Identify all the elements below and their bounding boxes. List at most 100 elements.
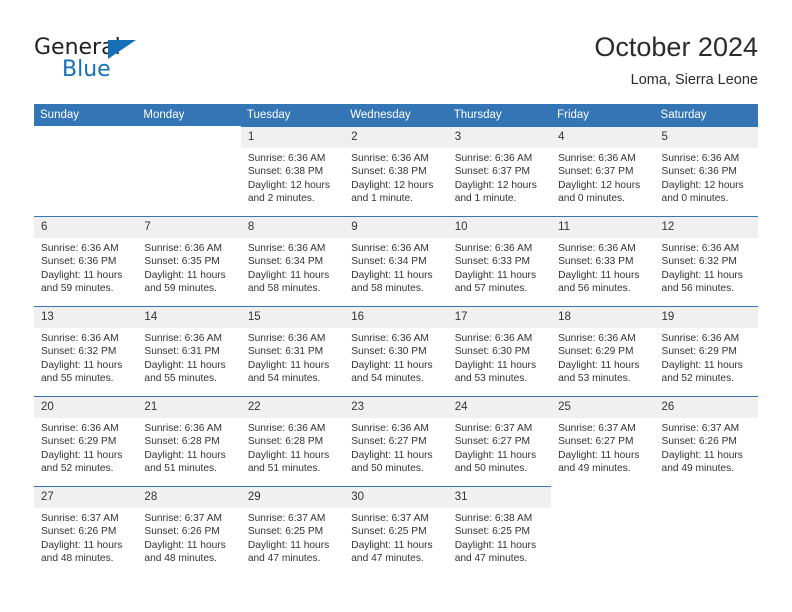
sunrise-text: Sunrise: 6:36 AM [247, 333, 326, 344]
day-number: 16 [344, 307, 448, 328]
day-cell-inner: 15 Sunrise: 6:36 AM Sunset: 6:31 PM Dayligh… [240, 306, 345, 396]
calendar-cell-day[interactable]: 2 Sunrise: 6:36 AM Sunset: 6:38 PM Daylight… [344, 126, 448, 216]
calendar-cell-day[interactable]: 6 Sunrise: 6:36 AM Sunset: 6:36 PM Daylight… [34, 216, 138, 306]
calendar-cell-day[interactable]: 25 Sunrise: 6:37 AM Sunset: 6:27 PM Dayligh… [551, 396, 655, 486]
sunrise-text: Sunrise: 6:37 AM [661, 423, 740, 434]
day-sun-info: Sunrise: 6:36 AM Sunset: 6:28 PM Daylight:… [137, 418, 240, 475]
sunrise-text: Sunrise: 6:36 AM [454, 333, 533, 344]
sunrise-text: Sunrise: 6:36 AM [454, 243, 533, 254]
calendar-page: General Blue October 2024 Loma, Sierra L… [0, 0, 792, 612]
day-cell-inner: 27 Sunrise: 6:37 AM Sunset: 6:26 PM Dayligh… [34, 486, 138, 576]
sunrise-text: Sunrise: 6:36 AM [454, 153, 533, 164]
calendar-cell-day[interactable]: 1 Sunrise: 6:36 AM Sunset: 6:38 PM Daylight… [240, 126, 345, 216]
calendar-cell-day[interactable]: 29 Sunrise: 6:37 AM Sunset: 6:25 PM Dayligh… [240, 486, 345, 576]
sunset-text: Sunset: 6:32 PM [41, 346, 117, 358]
day-cell-inner: 24 Sunrise: 6:37 AM Sunset: 6:27 PM Dayligh… [447, 396, 552, 486]
day-cell-inner [34, 126, 137, 216]
sunrise-text: Sunrise: 6:37 AM [247, 513, 326, 524]
general-blue-logo[interactable]: General Blue [34, 36, 244, 86]
day-number: 25 [551, 397, 655, 418]
sunset-text: Sunset: 6:36 PM [41, 256, 117, 268]
day-cell-inner: 14 Sunrise: 6:36 AM Sunset: 6:31 PM Dayligh… [137, 306, 241, 396]
sunrise-text: Sunrise: 6:36 AM [351, 243, 429, 254]
day-sun-info: Sunrise: 6:36 AM Sunset: 6:37 PM Daylight:… [448, 148, 551, 205]
day-number: 12 [654, 217, 758, 238]
day-number: 21 [137, 397, 241, 418]
sunrise-text: Sunrise: 6:37 AM [41, 513, 119, 524]
weekday-header-monday: Monday [137, 104, 241, 126]
day-cell-inner: 13 Sunrise: 6:36 AM Sunset: 6:32 PM Dayligh… [34, 306, 138, 396]
day-sun-info: Sunrise: 6:36 AM Sunset: 6:34 PM Daylight:… [344, 238, 447, 295]
day-number: 14 [137, 307, 241, 328]
day-number: 30 [344, 487, 448, 508]
daylight-text: Daylight: 11 hours and 59 minutes. [41, 269, 123, 294]
calendar-cell-day[interactable]: 16 Sunrise: 6:36 AM Sunset: 6:30 PM Dayligh… [344, 306, 448, 396]
day-cell-inner: 16 Sunrise: 6:36 AM Sunset: 6:30 PM Dayligh… [344, 306, 448, 396]
day-number [137, 126, 240, 147]
day-cell-inner: 7 Sunrise: 6:36 AM Sunset: 6:35 PM Daylight… [137, 216, 241, 306]
calendar-cell-day[interactable]: 22 Sunrise: 6:36 AM Sunset: 6:28 PM Dayligh… [240, 396, 345, 486]
daylight-text: Daylight: 11 hours and 53 minutes. [558, 359, 640, 384]
daylight-text: Daylight: 11 hours and 57 minutes. [454, 269, 537, 294]
day-cell-inner: 6 Sunrise: 6:36 AM Sunset: 6:36 PM Daylight… [34, 216, 138, 306]
calendar-cell-day[interactable]: 19 Sunrise: 6:36 AM Sunset: 6:29 PM Dayligh… [654, 306, 758, 396]
sunset-text: Sunset: 6:28 PM [144, 436, 220, 448]
calendar-cell-day[interactable]: 4 Sunrise: 6:36 AM Sunset: 6:37 PM Daylight… [551, 126, 655, 216]
weekday-header-row: Sunday Monday Tuesday Wednesday Thursday… [34, 104, 758, 126]
calendar-cell-day[interactable]: 8 Sunrise: 6:36 AM Sunset: 6:34 PM Daylight… [240, 216, 345, 306]
daylight-text: Daylight: 11 hours and 58 minutes. [247, 269, 330, 294]
calendar-cell-day[interactable]: 17 Sunrise: 6:36 AM Sunset: 6:30 PM Dayligh… [447, 306, 552, 396]
day-cell-inner: 4 Sunrise: 6:36 AM Sunset: 6:37 PM Daylight… [551, 126, 655, 216]
day-sun-info: Sunrise: 6:37 AM Sunset: 6:27 PM Daylight:… [551, 418, 654, 475]
calendar-cell-day[interactable]: 30 Sunrise: 6:37 AM Sunset: 6:25 PM Dayligh… [344, 486, 448, 576]
day-cell-inner: 25 Sunrise: 6:37 AM Sunset: 6:27 PM Dayligh… [551, 396, 655, 486]
calendar-cell-day[interactable]: 28 Sunrise: 6:37 AM Sunset: 6:26 PM Dayligh… [137, 486, 241, 576]
calendar-cell-day[interactable]: 3 Sunrise: 6:36 AM Sunset: 6:37 PM Daylight… [447, 126, 552, 216]
page-subtitle-location: Loma, Sierra Leone [630, 72, 758, 88]
day-number [551, 486, 654, 507]
day-sun-info: Sunrise: 6:36 AM Sunset: 6:33 PM Daylight:… [448, 238, 551, 295]
day-number: 6 [34, 217, 138, 238]
calendar-cell-day[interactable]: 27 Sunrise: 6:37 AM Sunset: 6:26 PM Dayligh… [34, 486, 138, 576]
calendar-cell-day[interactable]: 14 Sunrise: 6:36 AM Sunset: 6:31 PM Dayligh… [137, 306, 241, 396]
sunset-text: Sunset: 6:31 PM [144, 346, 220, 358]
daylight-text: Daylight: 11 hours and 47 minutes. [247, 539, 330, 564]
day-number: 4 [551, 127, 655, 148]
day-sun-info: Sunrise: 6:37 AM Sunset: 6:25 PM Daylight:… [344, 508, 447, 565]
calendar-cell-day[interactable]: 21 Sunrise: 6:36 AM Sunset: 6:28 PM Dayligh… [137, 396, 241, 486]
day-number: 9 [344, 217, 448, 238]
day-sun-info: Sunrise: 6:37 AM Sunset: 6:26 PM Daylight:… [655, 418, 758, 475]
day-number: 17 [447, 307, 552, 328]
calendar-cell-day[interactable]: 31 Sunrise: 6:38 AM Sunset: 6:25 PM Dayligh… [447, 486, 552, 576]
calendar-cell-day[interactable]: 12 Sunrise: 6:36 AM Sunset: 6:32 PM Dayligh… [654, 216, 758, 306]
sunrise-text: Sunrise: 6:36 AM [144, 243, 223, 254]
sunset-text: Sunset: 6:25 PM [351, 526, 427, 538]
sunset-text: Sunset: 6:28 PM [247, 436, 324, 448]
sunset-text: Sunset: 6:34 PM [247, 256, 324, 268]
sunrise-text: Sunrise: 6:36 AM [41, 243, 119, 254]
day-cell-inner: 28 Sunrise: 6:37 AM Sunset: 6:26 PM Dayligh… [137, 486, 241, 576]
sunset-text: Sunset: 6:30 PM [351, 346, 427, 358]
calendar-cell-day[interactable]: 18 Sunrise: 6:36 AM Sunset: 6:29 PM Dayligh… [551, 306, 655, 396]
calendar-cell-day[interactable]: 15 Sunrise: 6:36 AM Sunset: 6:31 PM Dayligh… [240, 306, 345, 396]
calendar-cell-day[interactable]: 5 Sunrise: 6:36 AM Sunset: 6:36 PM Daylight… [654, 126, 758, 216]
day-sun-info: Sunrise: 6:36 AM Sunset: 6:32 PM Daylight:… [34, 328, 137, 385]
calendar-cell-empty [34, 126, 138, 216]
daylight-text: Daylight: 11 hours and 49 minutes. [558, 449, 640, 474]
calendar-cell-day[interactable]: 9 Sunrise: 6:36 AM Sunset: 6:34 PM Daylight… [344, 216, 448, 306]
calendar-cell-day[interactable]: 7 Sunrise: 6:36 AM Sunset: 6:35 PM Daylight… [137, 216, 241, 306]
day-number: 13 [34, 307, 138, 328]
calendar-cell-day[interactable]: 20 Sunrise: 6:36 AM Sunset: 6:29 PM Dayligh… [34, 396, 138, 486]
calendar-week-row: 20 Sunrise: 6:36 AM Sunset: 6:29 PM Dayligh… [34, 396, 758, 486]
sunrise-text: Sunrise: 6:37 AM [558, 423, 636, 434]
daylight-text: Daylight: 11 hours and 52 minutes. [41, 449, 123, 474]
calendar-cell-day[interactable]: 26 Sunrise: 6:37 AM Sunset: 6:26 PM Dayligh… [654, 396, 758, 486]
sunrise-text: Sunrise: 6:38 AM [454, 513, 533, 524]
calendar-cell-day[interactable]: 10 Sunrise: 6:36 AM Sunset: 6:33 PM Dayligh… [447, 216, 552, 306]
calendar-cell-day[interactable]: 23 Sunrise: 6:36 AM Sunset: 6:27 PM Dayligh… [344, 396, 448, 486]
calendar-cell-day[interactable]: 24 Sunrise: 6:37 AM Sunset: 6:27 PM Dayligh… [447, 396, 552, 486]
calendar-cell-day[interactable]: 11 Sunrise: 6:36 AM Sunset: 6:33 PM Dayligh… [551, 216, 655, 306]
calendar-cell-day[interactable]: 13 Sunrise: 6:36 AM Sunset: 6:32 PM Dayligh… [34, 306, 138, 396]
daylight-text: Daylight: 12 hours and 0 minutes. [558, 179, 641, 204]
day-number: 19 [654, 307, 758, 328]
